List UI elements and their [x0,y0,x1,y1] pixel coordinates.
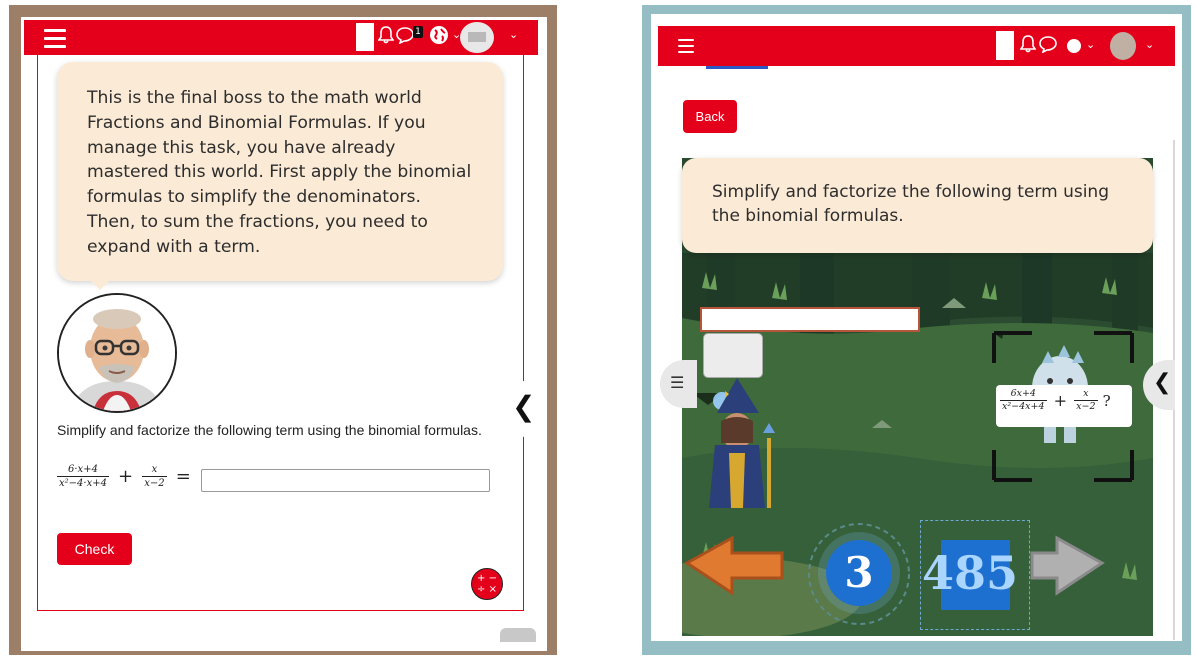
attempt-counter: 3 [826,540,892,606]
chevron-left-icon: ❮ [512,390,536,423]
fraction-2-denominator: x−2 [144,478,165,489]
active-tab-indicator [706,66,768,69]
back-button[interactable]: Back [683,100,737,133]
keypad-popup[interactable] [703,333,763,378]
term-fraction-1-numerator: 6x+4 [1000,388,1047,401]
prompt-speech-bubble: Simplify and factorize the following ter… [682,158,1153,253]
equals-sign: = [175,466,191,487]
plus-sign: + [118,466,134,487]
calculator-glyphs: + − ÷ × [477,573,497,595]
intro-speech-bubble: This is the final boss to the math world… [57,62,503,281]
fraction-1-numerator: 6·x+4 [57,463,109,477]
left-top-navbar: 1 ⌄ ⌄ [24,20,538,55]
chat-icon[interactable] [1039,35,1057,58]
scroll-to-top-tab[interactable] [500,628,536,642]
answer-input[interactable] [201,469,490,492]
term-fraction-1: 6x+4 x²−4x+4 [1000,388,1047,413]
teacher-avatar [57,293,177,413]
hamburger-icon[interactable] [44,29,66,48]
message-count-badge: 1 [413,26,423,38]
check-button[interactable]: Check [57,533,132,565]
globe-icon[interactable] [430,26,448,44]
search-box-stub[interactable] [996,31,1014,60]
boss-term-label: 6x+4 x²−4x+4 + x x−2 ? [996,385,1132,427]
fraction-1-denominator: x²−4·x+4 [59,478,107,489]
bell-icon[interactable] [1019,35,1037,58]
hamburger-icon[interactable] [678,39,694,53]
term-fraction-2-numerator: x [1074,388,1098,401]
speech-bubble-tail [88,278,112,290]
question-mark: ? [1102,391,1111,410]
chat-icon[interactable] [396,26,414,49]
fraction-1: 6·x+4 x²−4·x+4 [57,463,109,490]
answer-input[interactable] [700,307,920,332]
user-menu-caret-icon[interactable]: ⌄ [509,28,518,41]
task-instruction: Simplify and factorize the following ter… [57,422,482,438]
term-fraction-2-denominator: x−2 [1076,401,1096,412]
plus-sign: + [1053,391,1068,410]
bell-icon[interactable] [377,26,395,49]
chevron-left-icon: ❮ [1153,370,1172,395]
language-caret-icon[interactable]: ⌄ [1086,38,1095,51]
task-formula: 6·x+4 x²−4·x+4 + x x−2 = [57,463,195,499]
term-fraction-2: x x−2 [1074,388,1098,413]
avatar[interactable] [1110,32,1136,60]
fraction-2: x x−2 [142,463,167,490]
globe-icon[interactable] [1067,39,1081,53]
score-value: 485 [922,546,1019,600]
search-box-stub[interactable] [356,23,374,51]
user-menu-caret-icon[interactable]: ⌄ [1145,38,1154,51]
avatar[interactable] [460,22,494,53]
list-icon: ☰ [670,373,685,392]
term-fraction-1-denominator: x²−4x+4 [1002,401,1045,412]
fraction-2-numerator: x [142,463,167,477]
right-top-navbar: ⌄ ⌄ [658,26,1175,66]
calculator-icon[interactable]: + − ÷ × [471,568,503,600]
